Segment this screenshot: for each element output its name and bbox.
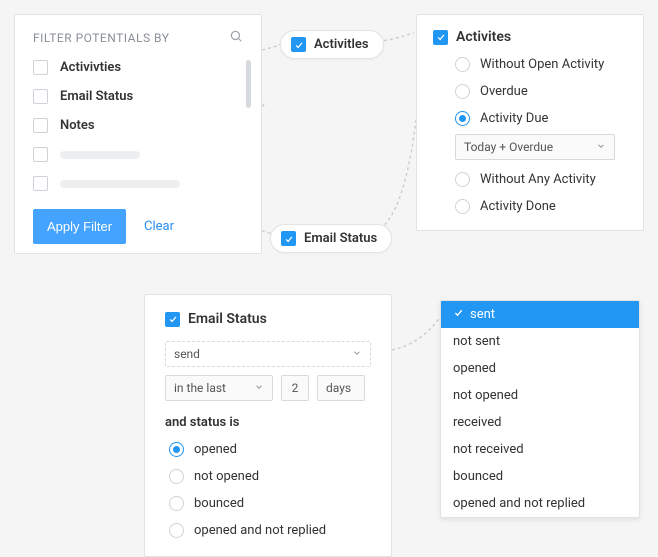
radio[interactable] xyxy=(169,496,184,511)
radio-label: opened and not replied xyxy=(194,523,326,538)
dropdown-item-label: not received xyxy=(453,442,524,457)
checkbox-checked[interactable] xyxy=(291,37,306,52)
email-primary-select[interactable]: send xyxy=(165,341,371,367)
activities-header: Activites xyxy=(456,29,511,45)
checkbox[interactable] xyxy=(33,147,48,162)
radio-label: bounced xyxy=(194,496,244,511)
radio-label: Overdue xyxy=(480,84,528,99)
dropdown-item-label: bounced xyxy=(453,469,503,484)
placeholder-text xyxy=(60,180,180,188)
status-dropdown[interactable]: sent not sent opened not opened received… xyxy=(440,300,640,518)
apply-filter-button[interactable]: Apply Filter xyxy=(33,209,126,244)
dropdown-item-label: not opened xyxy=(453,388,518,403)
filter-list: Activivties Email Status Notes xyxy=(33,60,243,191)
radio-label: Without Any Activity xyxy=(480,172,596,187)
radio-overdue[interactable]: Overdue xyxy=(455,84,627,99)
clear-link[interactable]: Clear xyxy=(144,219,174,234)
filter-panel: FILTER POTENTIALS BY Activivties Email S… xyxy=(14,14,262,254)
filter-item-label: Notes xyxy=(60,118,95,133)
dropdown-item-opened[interactable]: opened xyxy=(441,355,639,382)
dropdown-item-label: sent xyxy=(470,307,495,322)
dropdown-item-sent[interactable]: sent xyxy=(441,301,639,328)
dropdown-item-bounced[interactable]: bounced xyxy=(441,463,639,490)
filter-item-label: Email Status xyxy=(60,89,133,104)
chevron-down-icon xyxy=(254,381,264,395)
filter-item-email-status[interactable]: Email Status xyxy=(33,89,243,104)
select-value: days xyxy=(326,381,351,395)
dropdown-item-received[interactable]: received xyxy=(441,409,639,436)
radio-selected[interactable] xyxy=(169,442,184,457)
checkbox[interactable] xyxy=(33,60,48,75)
radio-not-opened[interactable]: not opened xyxy=(169,469,371,484)
radio[interactable] xyxy=(169,469,184,484)
radio-activity-due[interactable]: Activity Due xyxy=(455,111,627,126)
dropdown-item-label: opened and not replied xyxy=(453,496,585,511)
email-status-panel: Email Status send in the last 2 days and… xyxy=(144,294,392,557)
unit-select[interactable]: days xyxy=(317,375,365,401)
radio-selected[interactable] xyxy=(455,111,470,126)
chevron-down-icon xyxy=(596,140,606,154)
dropdown-item-not-sent[interactable]: not sent xyxy=(441,328,639,355)
pill-label: Email Status xyxy=(304,231,377,246)
radio-label: Activity Due xyxy=(480,111,548,126)
select-value: Today + Overdue xyxy=(464,140,553,154)
radio-activity-done[interactable]: Activity Done xyxy=(455,199,627,214)
pill-activities[interactable]: Activitles xyxy=(280,30,384,59)
filter-item-activities[interactable]: Activivties xyxy=(33,60,243,75)
in-last-select[interactable]: in the last xyxy=(165,375,273,401)
radio-label: not opened xyxy=(194,469,259,484)
radio-without-any-activity[interactable]: Without Any Activity xyxy=(455,172,627,187)
radio-without-open-activity[interactable]: Without Open Activity xyxy=(455,57,627,72)
checkbox-checked[interactable] xyxy=(433,30,448,45)
radio-opened-not-replied[interactable]: opened and not replied xyxy=(169,523,371,538)
radio-label: Without Open Activity xyxy=(480,57,604,72)
select-value: send xyxy=(174,347,200,361)
dropdown-item-label: opened xyxy=(453,361,496,376)
radio[interactable] xyxy=(169,523,184,538)
dropdown-item-not-received[interactable]: not received xyxy=(441,436,639,463)
due-range-select[interactable]: Today + Overdue xyxy=(455,134,615,160)
filter-title: FILTER POTENTIALS BY xyxy=(33,31,169,45)
scrollbar-thumb[interactable] xyxy=(246,60,251,108)
dropdown-item-not-opened[interactable]: not opened xyxy=(441,382,639,409)
pill-email-status[interactable]: Email Status xyxy=(270,224,392,253)
checkbox-checked[interactable] xyxy=(165,312,180,327)
radio-opened[interactable]: opened xyxy=(169,442,371,457)
radio-label: opened xyxy=(194,442,237,457)
placeholder-text xyxy=(60,151,140,159)
radio[interactable] xyxy=(455,199,470,214)
number-input[interactable]: 2 xyxy=(281,375,309,401)
email-status-header: Email Status xyxy=(188,311,267,327)
radio[interactable] xyxy=(455,57,470,72)
checkbox[interactable] xyxy=(33,176,48,191)
and-status-label: and status is xyxy=(165,415,371,430)
checkbox[interactable] xyxy=(33,118,48,133)
filter-item-notes[interactable]: Notes xyxy=(33,118,243,133)
radio-label: Activity Done xyxy=(480,199,556,214)
pill-label: Activitles xyxy=(314,37,369,52)
filter-item-placeholder[interactable] xyxy=(33,176,243,191)
select-value: in the last xyxy=(174,381,226,395)
radio[interactable] xyxy=(455,172,470,187)
chevron-down-icon xyxy=(352,347,362,361)
dropdown-item-opened-not-replied[interactable]: opened and not replied xyxy=(441,490,639,517)
filter-item-placeholder[interactable] xyxy=(33,147,243,162)
dropdown-item-label: not sent xyxy=(453,334,500,349)
radio-bounced[interactable]: bounced xyxy=(169,496,371,511)
activities-panel: Activites Without Open Activity Overdue … xyxy=(416,14,644,231)
checkbox[interactable] xyxy=(33,89,48,104)
radio[interactable] xyxy=(455,84,470,99)
checkbox-checked[interactable] xyxy=(281,231,296,246)
filter-item-label: Activivties xyxy=(60,60,121,75)
check-icon xyxy=(453,307,464,322)
search-icon[interactable] xyxy=(229,29,243,46)
dropdown-item-label: received xyxy=(453,415,501,430)
